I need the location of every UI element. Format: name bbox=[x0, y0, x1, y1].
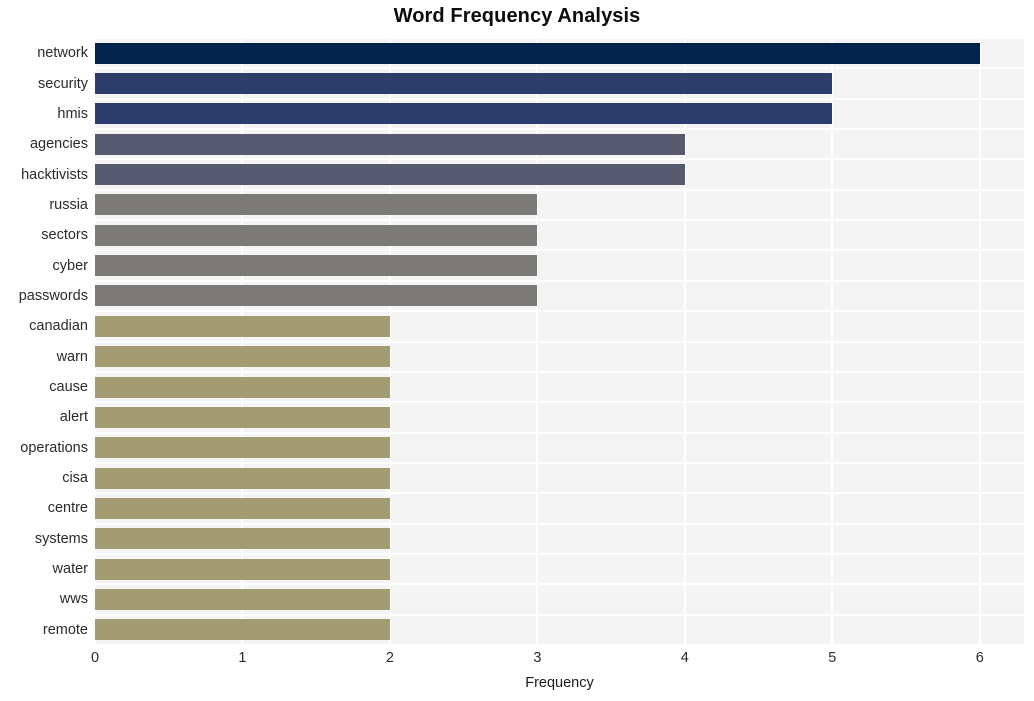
y-axis-tick-labels: network security hmis agencies hacktivists ru… bbox=[0, 38, 88, 645]
y-tick-centre: centre bbox=[47, 500, 88, 517]
bar-remote[interactable] bbox=[95, 619, 390, 641]
y-tick-hmis: hmis bbox=[57, 105, 88, 122]
y-tick-agencies: agencies bbox=[29, 136, 88, 153]
x-tick-6: 6 bbox=[975, 650, 984, 666]
y-tick-warn: warn bbox=[56, 348, 88, 365]
bar-network[interactable] bbox=[95, 42, 980, 64]
bar-agencies[interactable] bbox=[95, 133, 685, 155]
y-tick-operations: operations bbox=[20, 439, 88, 456]
y-tick-security: security bbox=[38, 75, 88, 92]
x-axis-label: Frequency bbox=[525, 675, 594, 691]
y-tick-systems: systems bbox=[34, 530, 88, 547]
bar-water[interactable] bbox=[95, 558, 390, 580]
y-tick-hacktivists: hacktivists bbox=[21, 166, 88, 183]
bar-alert[interactable] bbox=[95, 406, 390, 428]
bar-cisa[interactable] bbox=[95, 467, 390, 489]
y-tick-sectors: sectors bbox=[41, 227, 88, 244]
bar-russia[interactable] bbox=[95, 194, 538, 216]
bar-hacktivists[interactable] bbox=[95, 164, 685, 186]
y-tick-cisa: cisa bbox=[62, 470, 88, 487]
bar-passwords[interactable] bbox=[95, 285, 538, 307]
bar-wws[interactable] bbox=[95, 588, 390, 610]
bar-sectors[interactable] bbox=[95, 224, 538, 246]
x-tick-4: 4 bbox=[680, 650, 689, 666]
y-tick-cyber: cyber bbox=[52, 257, 88, 274]
plot-area bbox=[94, 37, 1024, 646]
bar-series bbox=[95, 38, 1024, 645]
x-tick-1: 1 bbox=[238, 650, 247, 666]
x-axis-tick-labels: 0 1 2 3 4 5 6 bbox=[0, 651, 1034, 673]
bar-cyber[interactable] bbox=[95, 255, 538, 277]
bar-operations[interactable] bbox=[95, 437, 390, 459]
bar-centre[interactable] bbox=[95, 497, 390, 519]
y-tick-russia: russia bbox=[49, 196, 88, 213]
bar-cause[interactable] bbox=[95, 376, 390, 398]
x-tick-5: 5 bbox=[828, 650, 837, 666]
bar-security[interactable] bbox=[95, 73, 833, 95]
x-tick-3: 3 bbox=[533, 650, 542, 666]
y-tick-cause: cause bbox=[49, 379, 88, 396]
bar-systems[interactable] bbox=[95, 528, 390, 550]
bar-warn[interactable] bbox=[95, 346, 390, 368]
y-tick-canadian: canadian bbox=[29, 318, 88, 335]
chart-title: Word Frequency Analysis bbox=[393, 5, 641, 27]
y-tick-network: network bbox=[37, 45, 88, 62]
y-tick-remote: remote bbox=[42, 621, 88, 638]
y-tick-wws: wws bbox=[59, 591, 88, 608]
y-tick-passwords: passwords bbox=[18, 287, 88, 304]
x-tick-0: 0 bbox=[90, 650, 100, 666]
bar-canadian[interactable] bbox=[95, 315, 390, 337]
bar-hmis[interactable] bbox=[95, 103, 833, 125]
x-tick-2: 2 bbox=[385, 650, 394, 666]
y-tick-water: water bbox=[52, 561, 88, 578]
y-tick-alert: alert bbox=[59, 409, 88, 426]
chart-figure: Word Frequency Analysis network security h… bbox=[0, 0, 1034, 701]
